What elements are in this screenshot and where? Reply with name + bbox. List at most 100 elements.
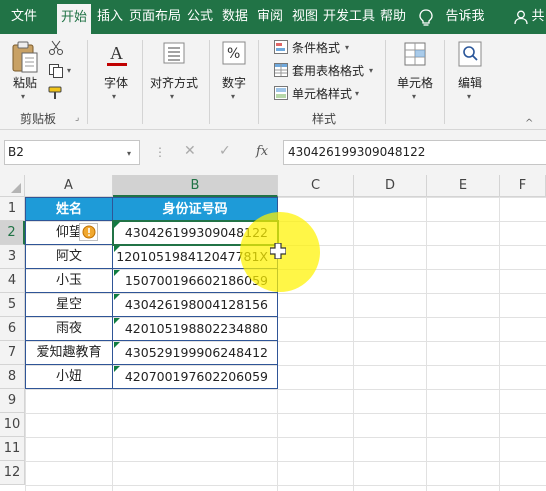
chevron-down-icon[interactable]: ▾ <box>127 149 131 158</box>
more-options-icon[interactable]: ⋮ <box>154 145 166 159</box>
group-divider <box>87 40 88 124</box>
row-header[interactable]: 2 <box>0 221 25 245</box>
copy-icon[interactable] <box>48 63 64 79</box>
column-header-c[interactable]: C <box>278 175 354 197</box>
select-all-icon <box>11 183 21 193</box>
name-cell[interactable]: 星空 <box>25 293 113 317</box>
name-cell[interactable]: 小玉 <box>25 269 113 293</box>
align-icon[interactable] <box>163 42 185 64</box>
tab-developer[interactable]: 开发工具 <box>322 0 376 34</box>
cells-icon[interactable] <box>403 41 427 67</box>
search-icon[interactable] <box>458 41 482 67</box>
tab-page-layout[interactable]: 页面布局 <box>128 0 182 34</box>
row-header[interactable]: 9 <box>0 389 25 413</box>
name-cell[interactable]: 仰望 <box>25 221 113 245</box>
ribbon-tab-bar: 文件 开始 插入 页面布局 公式 数据 审阅 视图 开发工具 帮助 告诉我 共 <box>0 0 546 34</box>
alignment-label[interactable]: 对齐方式 <box>146 74 202 91</box>
move-cursor-icon <box>270 243 286 259</box>
cell-styles-icon[interactable] <box>274 86 288 100</box>
chevron-down-icon[interactable]: ▾ <box>112 92 116 101</box>
header-id-number[interactable]: 身份证号码 <box>113 197 278 221</box>
formula-bar: B2 ▾ ⋮ ✕ ✓ fx 430426199309048122 <box>0 130 546 175</box>
chevron-down-icon[interactable]: ▾ <box>170 92 174 101</box>
group-styles-label: 样式 <box>311 112 336 126</box>
gridline-v <box>499 197 500 491</box>
id-number-cell[interactable]: 420105198802234880 <box>113 317 278 341</box>
editing-label[interactable]: 编辑 <box>452 74 488 91</box>
formula-input[interactable]: 430426199309048122 <box>283 140 546 165</box>
conditional-formatting-button[interactable]: 条件格式 <box>292 39 340 56</box>
tab-view[interactable]: 视图 <box>288 0 322 34</box>
tab-file[interactable]: 文件 <box>4 0 44 34</box>
warning-icon <box>82 225 96 239</box>
tab-insert[interactable]: 插入 <box>93 0 127 34</box>
insert-function-icon[interactable]: fx <box>256 144 268 159</box>
person-icon[interactable] <box>514 10 528 25</box>
row-header[interactable]: 8 <box>0 365 25 389</box>
chevron-down-icon[interactable]: ▾ <box>345 43 349 52</box>
chevron-down-icon[interactable]: ▾ <box>231 92 235 101</box>
chevron-down-icon[interactable]: ▾ <box>467 92 471 101</box>
row-header[interactable]: 5 <box>0 293 25 317</box>
chevron-down-icon[interactable]: ▾ <box>369 66 373 75</box>
format-painter-icon[interactable] <box>48 86 66 100</box>
cancel-icon[interactable]: ✕ <box>184 143 196 159</box>
name-cell[interactable]: 雨夜 <box>25 317 113 341</box>
name-cell[interactable]: 阿文 <box>25 245 113 269</box>
column-header-f[interactable]: F <box>500 175 546 197</box>
chevron-down-icon[interactable]: ▾ <box>21 92 25 101</box>
tab-home[interactable]: 开始 <box>57 4 91 34</box>
percent-icon[interactable]: % <box>222 41 246 65</box>
column-header-d[interactable]: D <box>354 175 427 197</box>
format-as-table-button[interactable]: 套用表格格式 <box>292 62 364 79</box>
chevron-down-icon[interactable]: ▾ <box>355 89 359 98</box>
gridline-v <box>353 197 354 491</box>
dialog-launcher-icon[interactable]: ⌟ <box>75 113 79 123</box>
column-header-a[interactable]: A <box>25 175 113 197</box>
row-header[interactable]: 11 <box>0 437 25 461</box>
id-number-cell[interactable]: 430529199906248412 <box>113 341 278 365</box>
id-number-cell[interactable]: 430426198004128156 <box>113 293 278 317</box>
paste-label[interactable]: 粘贴 <box>10 74 40 91</box>
name-cell[interactable]: 小妞 <box>25 365 113 389</box>
tab-data[interactable]: 数据 <box>218 0 252 34</box>
group-divider <box>444 40 445 124</box>
row-header[interactable]: 1 <box>0 197 25 221</box>
cut-icon[interactable] <box>48 40 64 56</box>
name-cell[interactable]: 爱知趣教育 <box>25 341 113 365</box>
tab-help[interactable]: 帮助 <box>376 0 410 34</box>
chevron-down-icon[interactable]: ▾ <box>412 92 416 101</box>
select-all-corner[interactable] <box>0 175 25 197</box>
lightbulb-icon[interactable] <box>419 9 433 27</box>
tab-formulas[interactable]: 公式 <box>183 0 217 34</box>
text-number-indicator-icon <box>114 318 120 324</box>
cells-label[interactable]: 单元格 <box>393 74 437 91</box>
row-header[interactable]: 7 <box>0 341 25 365</box>
conditional-formatting-icon[interactable] <box>274 40 288 54</box>
collapse-ribbon-icon[interactable]: ^ <box>525 118 533 129</box>
row-header[interactable]: 3 <box>0 245 25 269</box>
group-divider <box>209 40 210 124</box>
error-check-button[interactable] <box>79 223 98 241</box>
column-header-b[interactable]: B <box>113 175 278 197</box>
format-as-table-icon[interactable] <box>274 63 288 77</box>
column-header-e[interactable]: E <box>427 175 500 197</box>
cell-styles-button[interactable]: 单元格样式 <box>292 85 352 102</box>
header-name[interactable]: 姓名 <box>25 197 113 221</box>
share-button[interactable]: 共 <box>530 0 546 34</box>
id-number-cell[interactable]: 420700197602206059 <box>113 365 278 389</box>
number-label[interactable]: 数字 <box>216 74 252 91</box>
chevron-down-icon[interactable]: ▾ <box>67 66 71 75</box>
tab-review[interactable]: 审阅 <box>253 0 287 34</box>
row-header[interactable]: 4 <box>0 269 25 293</box>
row-header[interactable]: 10 <box>0 413 25 437</box>
paste-icon[interactable] <box>10 40 40 74</box>
row-header[interactable]: 12 <box>0 461 25 485</box>
name-box[interactable]: B2 <box>4 140 140 165</box>
group-clipboard-label: 剪贴板 <box>19 112 56 126</box>
row-header[interactable]: 6 <box>0 317 25 341</box>
enter-icon[interactable]: ✓ <box>219 143 231 159</box>
tell-me-search[interactable]: 告诉我 <box>442 0 488 34</box>
font-label[interactable]: 字体 <box>98 74 134 91</box>
font-icon[interactable]: A <box>105 42 129 68</box>
